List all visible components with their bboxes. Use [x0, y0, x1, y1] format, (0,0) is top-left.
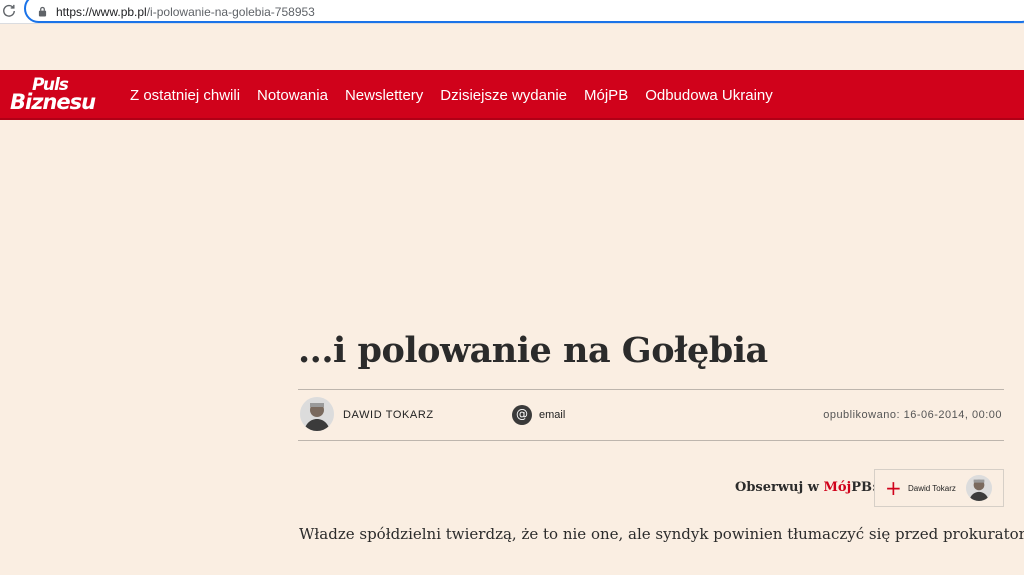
- follow-label: Obserwuj w MójPB:: [735, 480, 877, 495]
- avatar-photo-icon: [966, 475, 992, 501]
- nav-item-mojpb[interactable]: MójPB: [584, 87, 628, 104]
- nav-item-z-ostatniej-chwili[interactable]: Z ostatniej chwili: [130, 87, 240, 104]
- lock-icon: [38, 6, 47, 17]
- published-date: opublikowano: 16-06-2014, 00:00: [823, 409, 1002, 421]
- nav-item-dzisiejsze-wydanie[interactable]: Dzisiejsze wydanie: [440, 87, 567, 104]
- logo-line-2: Biznesu: [10, 90, 96, 114]
- email-link[interactable]: email: [539, 409, 565, 421]
- url-path: /i-polowanie-na-golebia-758953: [146, 5, 315, 19]
- author-avatar[interactable]: [300, 397, 334, 431]
- follow-brand-moj: Mój: [823, 480, 852, 495]
- divider: [298, 389, 1004, 390]
- follow-prefix: Obserwuj w: [735, 480, 824, 495]
- nav-item-odbudowa-ukrainy[interactable]: Odbudowa Ukrainy: [645, 87, 773, 104]
- follow-brand-pb: PB:: [851, 480, 877, 495]
- nav-item-notowania[interactable]: Notowania: [257, 87, 328, 104]
- reload-icon[interactable]: [2, 4, 16, 18]
- article-title: ...i polowanie na Gołębia: [298, 330, 768, 371]
- url-host: https://www.pb.pl: [56, 5, 147, 19]
- plus-icon: +: [885, 476, 902, 500]
- follow-author-name: Dawid Tokarz: [908, 484, 956, 493]
- browser-address-bar: https://www.pb.pl/i-polowanie-na-golebia…: [0, 0, 1024, 24]
- follow-author-avatar: [966, 475, 992, 501]
- site-logo[interactable]: Puls Biznesu: [10, 76, 110, 116]
- article-lead: Władze spółdzielni twierdzą, że to nie o…: [299, 525, 1024, 543]
- avatar-photo-icon: [300, 397, 334, 431]
- email-icon[interactable]: @: [512, 405, 532, 425]
- url-field[interactable]: https://www.pb.pl/i-polowanie-na-golebia…: [24, 0, 1024, 23]
- nav-item-newslettery[interactable]: Newslettery: [345, 87, 423, 104]
- author-name[interactable]: DAWID TOKARZ: [343, 409, 434, 421]
- url-text: https://www.pb.pl/i-polowanie-na-golebia…: [56, 5, 315, 19]
- divider: [298, 440, 1004, 441]
- follow-author-button[interactable]: + Dawid Tokarz: [874, 469, 1004, 507]
- nav-menu: Z ostatniej chwili Notowania Newslettery…: [130, 70, 790, 120]
- top-navigation: Puls Biznesu Z ostatniej chwili Notowani…: [0, 70, 1024, 120]
